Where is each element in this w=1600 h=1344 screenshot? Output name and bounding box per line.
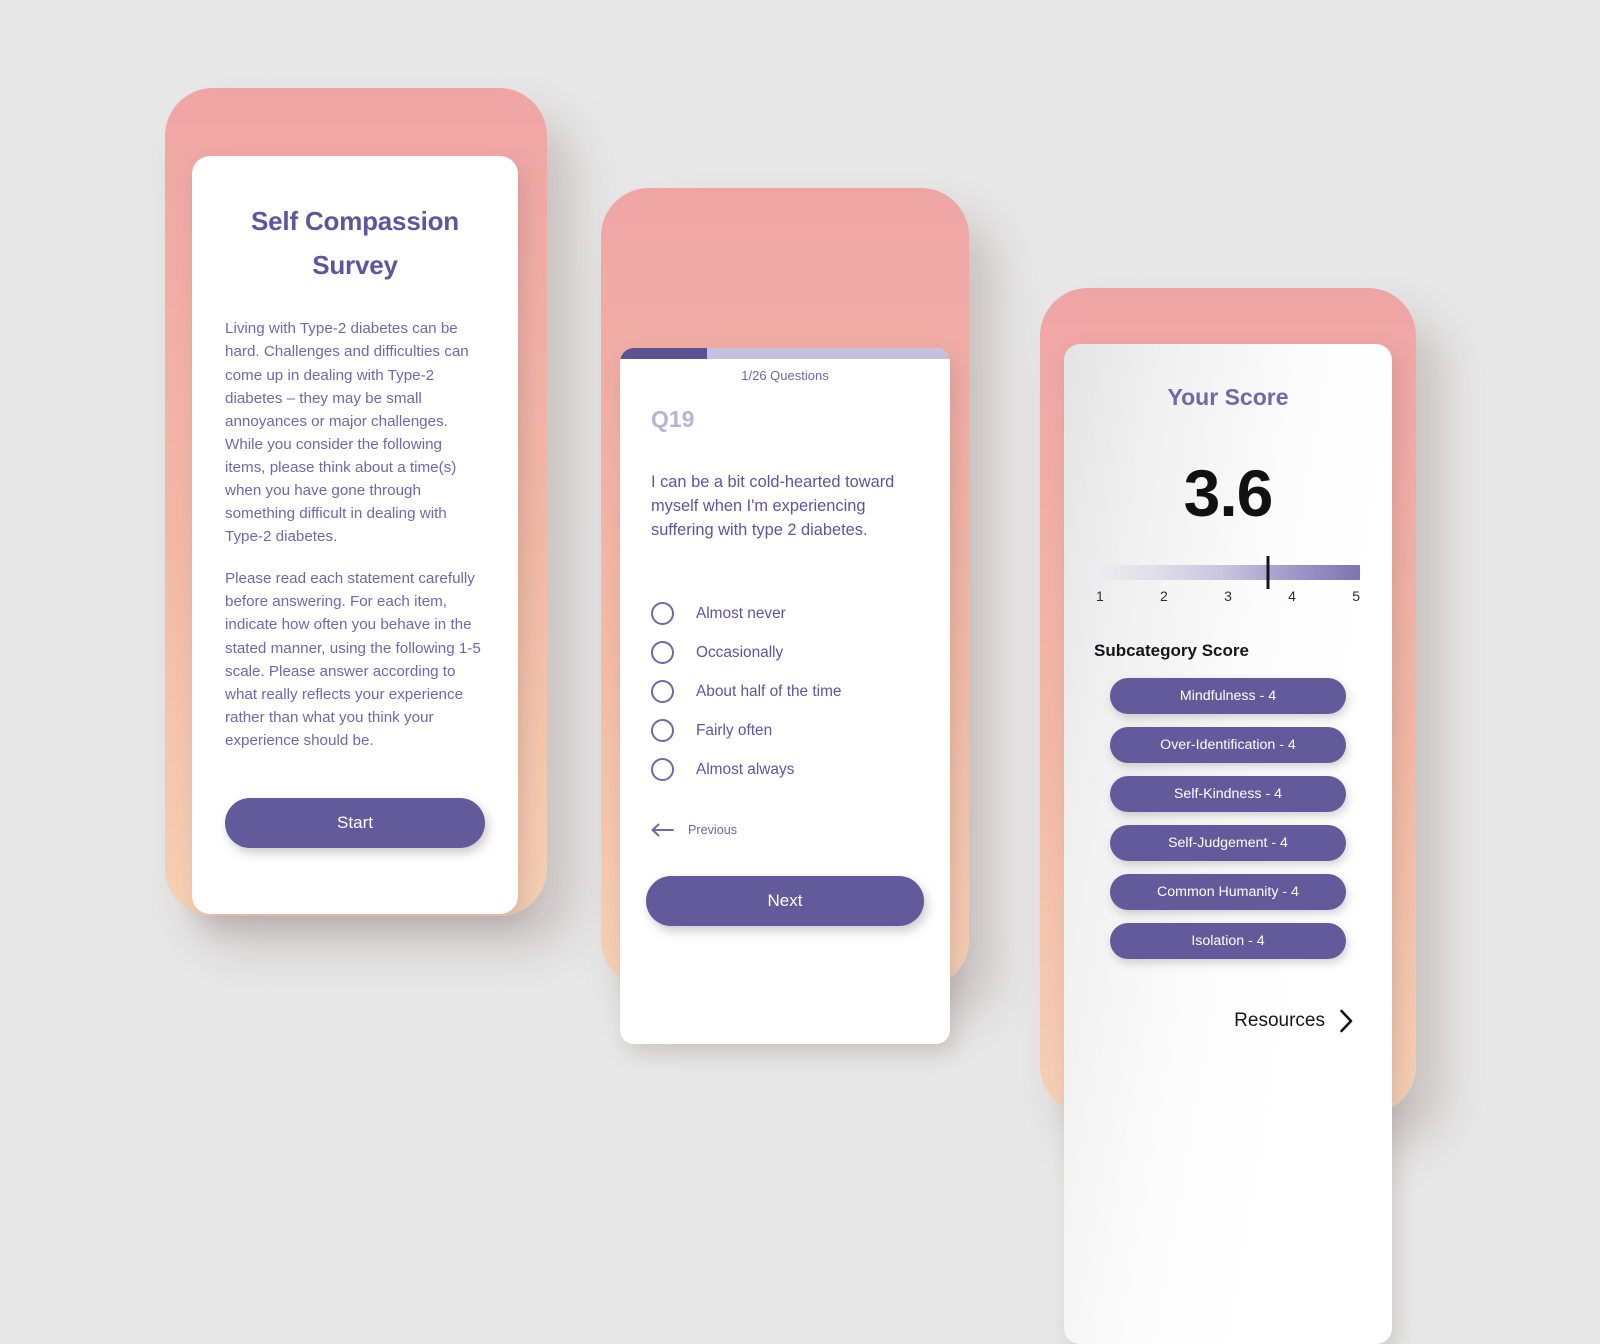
intro-paragraph-1: Living with Type-2 diabetes can be hard.… [225, 320, 469, 546]
phone-frame-intro: Self Compassion Survey Living with Type-… [165, 88, 547, 916]
option-label: Almost always [696, 760, 795, 778]
resources-link[interactable]: Resources [1094, 1009, 1362, 1033]
subcategory-pill[interactable]: Self-Judgement - 4 [1110, 825, 1346, 861]
answer-options: Almost never Occasionally About half of … [651, 594, 919, 789]
phone-frame-question: 1/26 Questions Q19 I can be a bit cold-h… [601, 188, 969, 1044]
scale-tick: 5 [1352, 588, 1360, 604]
radio-icon[interactable] [651, 641, 674, 665]
intro-body-text: Living with Type-2 diabetes can be hard.… [225, 317, 485, 752]
option-row[interactable]: About half of the time [651, 672, 919, 711]
progress-bar [620, 348, 950, 359]
score-title: Your Score [1167, 384, 1289, 410]
radio-icon[interactable] [651, 719, 674, 743]
radio-icon[interactable] [651, 602, 674, 626]
score-screen: Your Score 3.6 1 2 3 4 5 Subcategory Sco… [1064, 344, 1392, 1344]
next-button[interactable]: Next [646, 876, 924, 926]
question-text: I can be a bit cold-hearted toward mysel… [651, 473, 895, 540]
subcategory-pill[interactable]: Mindfulness - 4 [1110, 678, 1346, 714]
scale-tick: 3 [1224, 588, 1232, 604]
score-marker [1266, 556, 1270, 589]
score-scale: 1 2 3 4 5 [1094, 556, 1362, 604]
option-label: Occasionally [696, 643, 784, 661]
start-button[interactable]: Start [225, 798, 485, 849]
progress-bar-fill [620, 348, 708, 359]
intro-paragraph-2: Please read each statement carefully bef… [225, 570, 481, 749]
phone-frame-score: Your Score 3.6 1 2 3 4 5 Subcategory Sco… [1040, 288, 1416, 1344]
option-label: About half of the time [696, 682, 842, 700]
score-content: Your Score 3.6 1 2 3 4 5 Subcategory Sco… [1064, 344, 1392, 1033]
page-title: Self Compassion Survey [251, 206, 459, 280]
option-row[interactable]: Occasionally [651, 633, 919, 672]
radio-icon[interactable] [651, 758, 674, 782]
chevron-right-icon [1339, 1009, 1354, 1033]
question-screen: 1/26 Questions Q19 I can be a bit cold-h… [620, 348, 950, 1044]
question-body: Q19 I can be a bit cold-hearted toward m… [620, 383, 950, 837]
previous-label: Previous [688, 823, 737, 838]
option-row[interactable]: Almost never [651, 594, 919, 633]
resources-label: Resources [1234, 1010, 1325, 1031]
screens-stage: Self Compassion Survey Living with Type-… [0, 0, 1600, 1344]
option-row[interactable]: Fairly often [651, 711, 919, 750]
scale-tick: 2 [1160, 588, 1168, 604]
score-value: 3.6 [1183, 456, 1274, 530]
previous-link[interactable]: Previous [651, 823, 919, 837]
subcategory-pill[interactable]: Self-Kindness - 4 [1110, 776, 1346, 812]
score-scale-bar [1096, 556, 1360, 589]
scale-tick: 4 [1288, 588, 1296, 604]
radio-icon[interactable] [651, 680, 674, 704]
subcategory-pill[interactable]: Common Humanity - 4 [1110, 874, 1346, 910]
subcategory-pill[interactable]: Isolation - 4 [1110, 923, 1346, 959]
scale-tick: 1 [1096, 588, 1104, 604]
question-number: Q19 [651, 406, 695, 432]
subcategory-pill[interactable]: Over-Identification - 4 [1110, 727, 1346, 763]
score-scale-ticks: 1 2 3 4 5 [1096, 588, 1360, 604]
option-label: Almost never [696, 604, 786, 622]
subcategory-score-heading: Subcategory Score [1094, 641, 1249, 660]
arrow-left-icon [651, 823, 675, 837]
subcategory-list: Mindfulness - 4 Over-Identification - 4 … [1094, 678, 1362, 959]
intro-screen: Self Compassion Survey Living with Type-… [192, 156, 518, 914]
option-row[interactable]: Almost always [651, 750, 919, 789]
option-label: Fairly often [696, 721, 773, 739]
question-counter: 1/26 Questions [741, 368, 829, 383]
